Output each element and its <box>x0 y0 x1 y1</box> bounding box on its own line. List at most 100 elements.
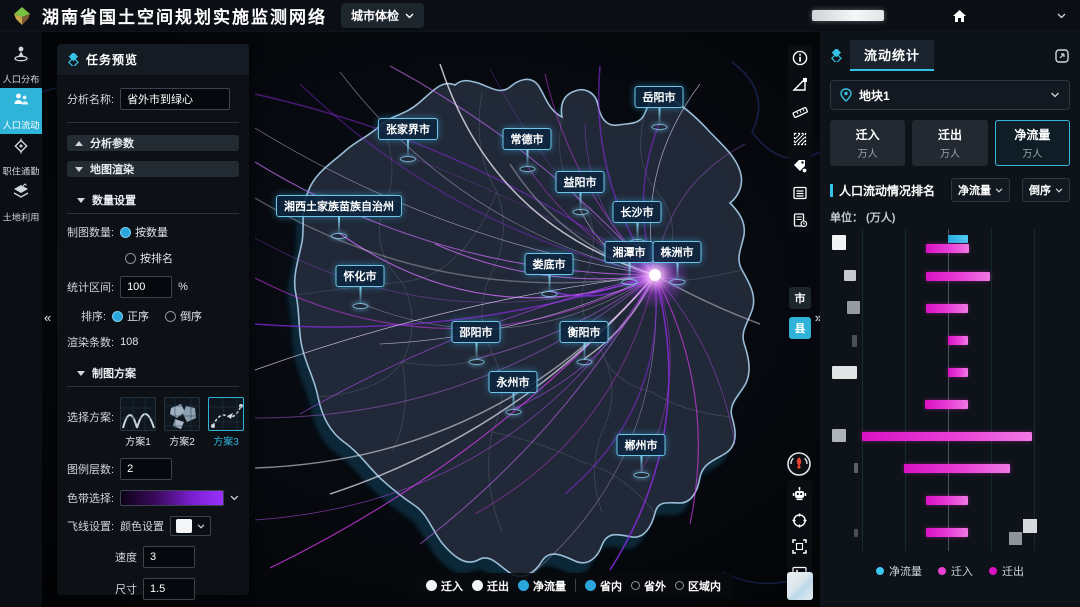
legend-layers-input[interactable] <box>120 458 172 480</box>
section-analysis-params[interactable]: 分析参数 <box>67 135 239 151</box>
sidebar-item-人口分布[interactable]: 人口分布 <box>0 42 42 88</box>
sidebar-item-人口流动[interactable]: 人口流动 <box>0 88 42 134</box>
map-legend-省外[interactable]: 省外 <box>631 578 666 594</box>
chart-row[interactable] <box>830 229 1068 261</box>
chart-legend-item-迁入[interactable]: 迁入 <box>938 563 973 579</box>
city-label-娄底市[interactable]: 娄底市 <box>525 253 574 297</box>
map-legend-净流量[interactable]: 净流量 <box>518 578 566 594</box>
map-legend-区域内[interactable]: 区域内 <box>675 578 721 594</box>
task-panel-header: 任务预览 <box>57 44 249 75</box>
scheme3-route-icon <box>208 397 244 431</box>
chart-row[interactable] <box>830 325 1068 357</box>
radio-by-count[interactable]: 按数量 <box>120 224 168 240</box>
order-select-value: 倒序 <box>1029 182 1051 198</box>
collapse-left-icon[interactable]: « <box>44 310 49 325</box>
chart-row[interactable] <box>830 293 1068 325</box>
chevron-down-icon <box>1055 188 1063 193</box>
chart-row[interactable] <box>830 453 1068 485</box>
speed-input[interactable] <box>143 546 195 568</box>
chart-row[interactable] <box>830 421 1068 453</box>
analysis-name-input[interactable] <box>120 88 230 110</box>
city-label-岳阳市[interactable]: 岳阳市 <box>635 86 684 130</box>
stat-card-迁入[interactable]: 迁入万人 <box>830 120 905 166</box>
metric-select-value: 净流量 <box>958 182 991 198</box>
chart-row[interactable] <box>830 357 1068 389</box>
stat-card-迁出[interactable]: 迁出万人 <box>912 120 987 166</box>
chart-legend-item-净流量[interactable]: 净流量 <box>876 563 922 579</box>
radio-sort-asc[interactable]: 正序 <box>112 308 149 324</box>
chart-row[interactable] <box>830 261 1068 293</box>
legend-radio-icon <box>585 580 596 591</box>
stat-card-净流量[interactable]: 净流量万人 <box>995 120 1070 166</box>
draw-polygon-icon[interactable] <box>791 76 809 94</box>
sidebar-item-职住通勤[interactable]: 职住通勤 <box>0 134 42 180</box>
tab-flow-statistics[interactable]: 流动统计 <box>850 40 934 71</box>
list-icon[interactable] <box>791 184 809 202</box>
stat-card-unit: 万人 <box>1022 145 1042 160</box>
bar-migration <box>925 400 968 409</box>
extent-frame-icon[interactable] <box>791 537 809 555</box>
city-name: 娄底市 <box>525 253 574 275</box>
scheme-option-2[interactable]: 方案2 <box>164 397 200 448</box>
hatch-selection-icon[interactable] <box>791 130 809 148</box>
flyline-color-picker[interactable] <box>170 516 211 536</box>
minimap-thumbnail[interactable] <box>787 572 813 600</box>
city-label-衡阳市[interactable]: 衡阳市 <box>560 321 609 365</box>
scheme-option-3-selected[interactable]: 方案3 <box>208 397 244 448</box>
block-select[interactable]: 地块1 <box>830 80 1070 110</box>
chart-row[interactable] <box>830 389 1068 421</box>
caret-down-icon <box>77 371 85 376</box>
caret-down-icon <box>75 167 83 172</box>
header-caret-icon[interactable] <box>1057 13 1066 19</box>
city-label-益阳市[interactable]: 益阳市 <box>556 171 605 215</box>
mode-select[interactable]: 城市体检 <box>341 3 424 28</box>
order-select[interactable]: 倒序 <box>1022 178 1070 202</box>
mosaic-redaction-block <box>1009 532 1022 545</box>
city-name: 岳阳市 <box>635 86 684 108</box>
report-clock-icon[interactable] <box>791 211 809 229</box>
map-legend-迁入[interactable]: 迁入 <box>426 578 463 594</box>
stat-range-input[interactable] <box>120 276 172 298</box>
home-icon[interactable] <box>952 9 967 23</box>
city-label-长沙市[interactable]: 长沙市 <box>613 201 662 245</box>
measure-ruler-icon[interactable] <box>791 103 809 121</box>
city-label-株洲市[interactable]: 株洲市 <box>653 241 702 285</box>
city-name: 株洲市 <box>653 241 702 263</box>
city-name: 永州市 <box>489 371 538 393</box>
sidebar-item-土地利用[interactable]: 土地利用 <box>0 180 42 226</box>
chart-legend-item-迁出[interactable]: 迁出 <box>989 563 1024 579</box>
beacon-locate-icon[interactable] <box>785 450 813 478</box>
chevron-down-icon[interactable] <box>230 495 239 501</box>
radio-sort-desc[interactable]: 倒序 <box>165 308 202 324</box>
colorband-gradient-swatch[interactable] <box>120 490 224 506</box>
section-quantity-settings[interactable]: 数量设置 <box>67 186 239 214</box>
bar-migration <box>926 304 968 313</box>
city-label-永州市[interactable]: 永州市 <box>489 371 538 415</box>
city-label-怀化市[interactable]: 怀化市 <box>336 265 385 309</box>
robot-icon[interactable] <box>791 485 809 503</box>
panel-switch-icon[interactable] <box>1054 48 1070 64</box>
map-legend-省内[interactable]: 省内 <box>585 578 622 594</box>
map-level-县[interactable]: 县 <box>789 317 811 339</box>
city-marker-ring <box>541 291 557 297</box>
city-label-常德市[interactable]: 常德市 <box>503 128 552 172</box>
section-map-render[interactable]: 地图渲染 <box>67 161 239 177</box>
city-label-张家界市[interactable]: 张家界市 <box>378 118 438 162</box>
city-label-郴州市[interactable]: 郴州市 <box>617 434 666 478</box>
city-label-湘潭市[interactable]: 湘潭市 <box>605 241 654 285</box>
city-label-湘西土家族苗族自治州[interactable]: 湘西土家族苗族自治州 <box>276 195 402 239</box>
sidebar-item-label: 人口分布 <box>3 71 40 85</box>
radio-by-rank[interactable]: 按排名 <box>125 250 173 266</box>
size-input[interactable] <box>143 578 195 600</box>
ranking-bar-chart[interactable] <box>830 229 1068 551</box>
chart-row[interactable] <box>830 485 1068 517</box>
scheme-option-1[interactable]: 方案1 <box>120 397 156 448</box>
map-legend-迁出[interactable]: 迁出 <box>472 578 509 594</box>
tag-settings-icon[interactable] <box>791 157 809 175</box>
city-label-邵阳市[interactable]: 邵阳市 <box>452 321 501 365</box>
crosshair-icon[interactable] <box>791 511 809 529</box>
metric-select[interactable]: 净流量 <box>951 178 1010 202</box>
section-mapping-scheme[interactable]: 制图方案 <box>67 359 239 387</box>
info-icon[interactable] <box>791 49 809 67</box>
map-level-市[interactable]: 市 <box>789 287 811 309</box>
